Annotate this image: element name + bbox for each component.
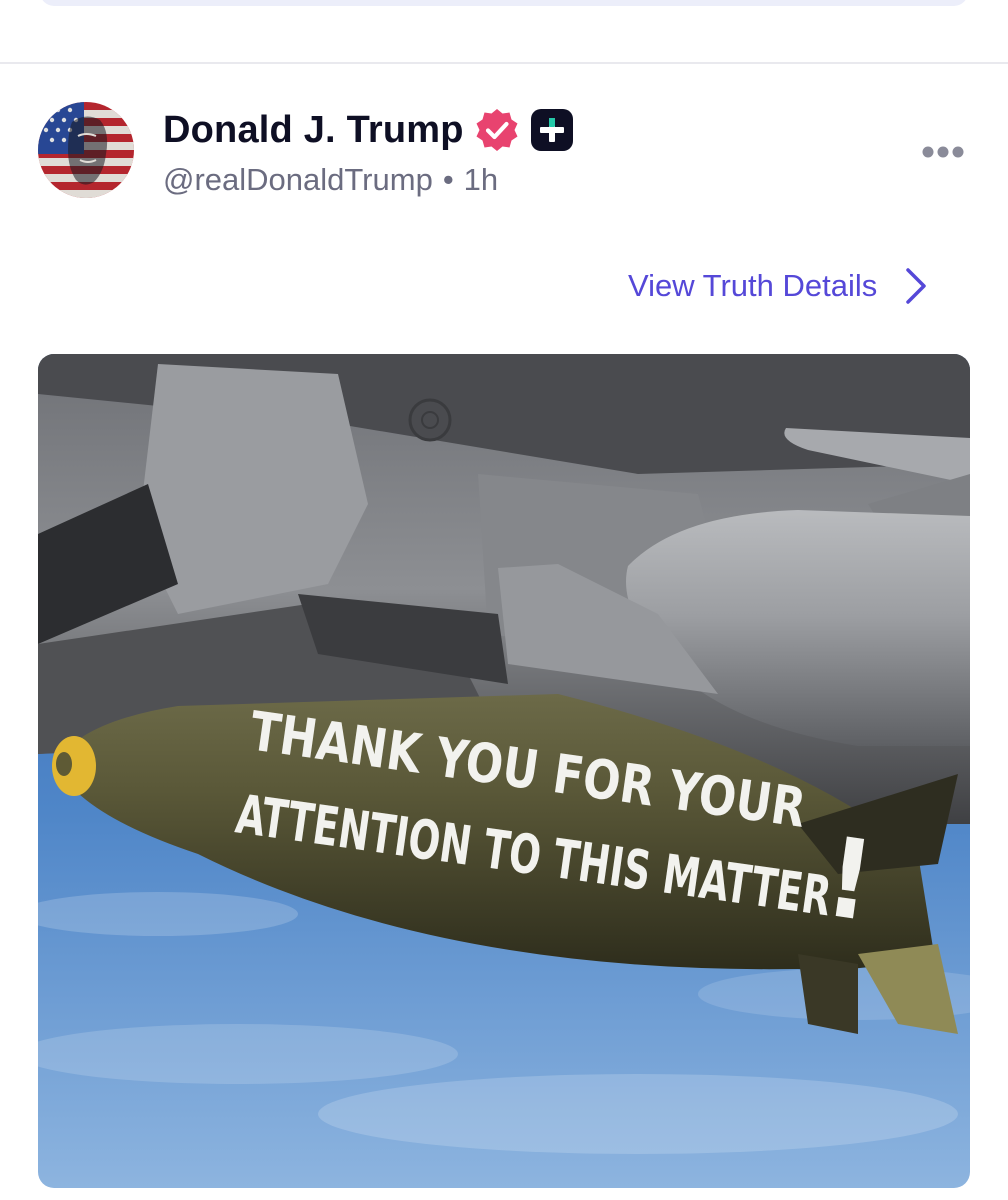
more-options-button[interactable]	[918, 140, 968, 164]
post-divider	[0, 62, 1008, 64]
chevron-right-icon	[906, 268, 927, 304]
author-display-name[interactable]: Donald J. Trump	[163, 106, 464, 154]
truth-feed: Donald J. Trump @realDonaldTrump • 1h View…	[0, 0, 1008, 1200]
truth-plus-icon	[530, 109, 573, 151]
previous-post-card-edge	[40, 0, 968, 6]
meta-separator: •	[442, 162, 454, 197]
view-truth-details-label: View Truth Details	[628, 268, 878, 303]
verified-badge-icon	[476, 109, 518, 151]
author-handle[interactable]: @realDonaldTrump	[163, 162, 433, 197]
avatar-image	[38, 102, 134, 198]
bomb-under-jet-image: THANK YOU FOR YOUR ATTENTION TO THIS MAT…	[38, 354, 970, 1188]
view-truth-details-link[interactable]: View Truth Details	[628, 264, 929, 308]
post-media-image[interactable]: THANK YOU FOR YOUR ATTENTION TO THIS MAT…	[38, 354, 970, 1188]
author-avatar[interactable]	[38, 102, 134, 198]
author-meta: @realDonaldTrump • 1h	[163, 160, 498, 200]
author-header: Donald J. Trump	[163, 106, 574, 154]
post-timestamp[interactable]: 1h	[464, 162, 498, 197]
more-horizontal-icon	[922, 146, 964, 158]
